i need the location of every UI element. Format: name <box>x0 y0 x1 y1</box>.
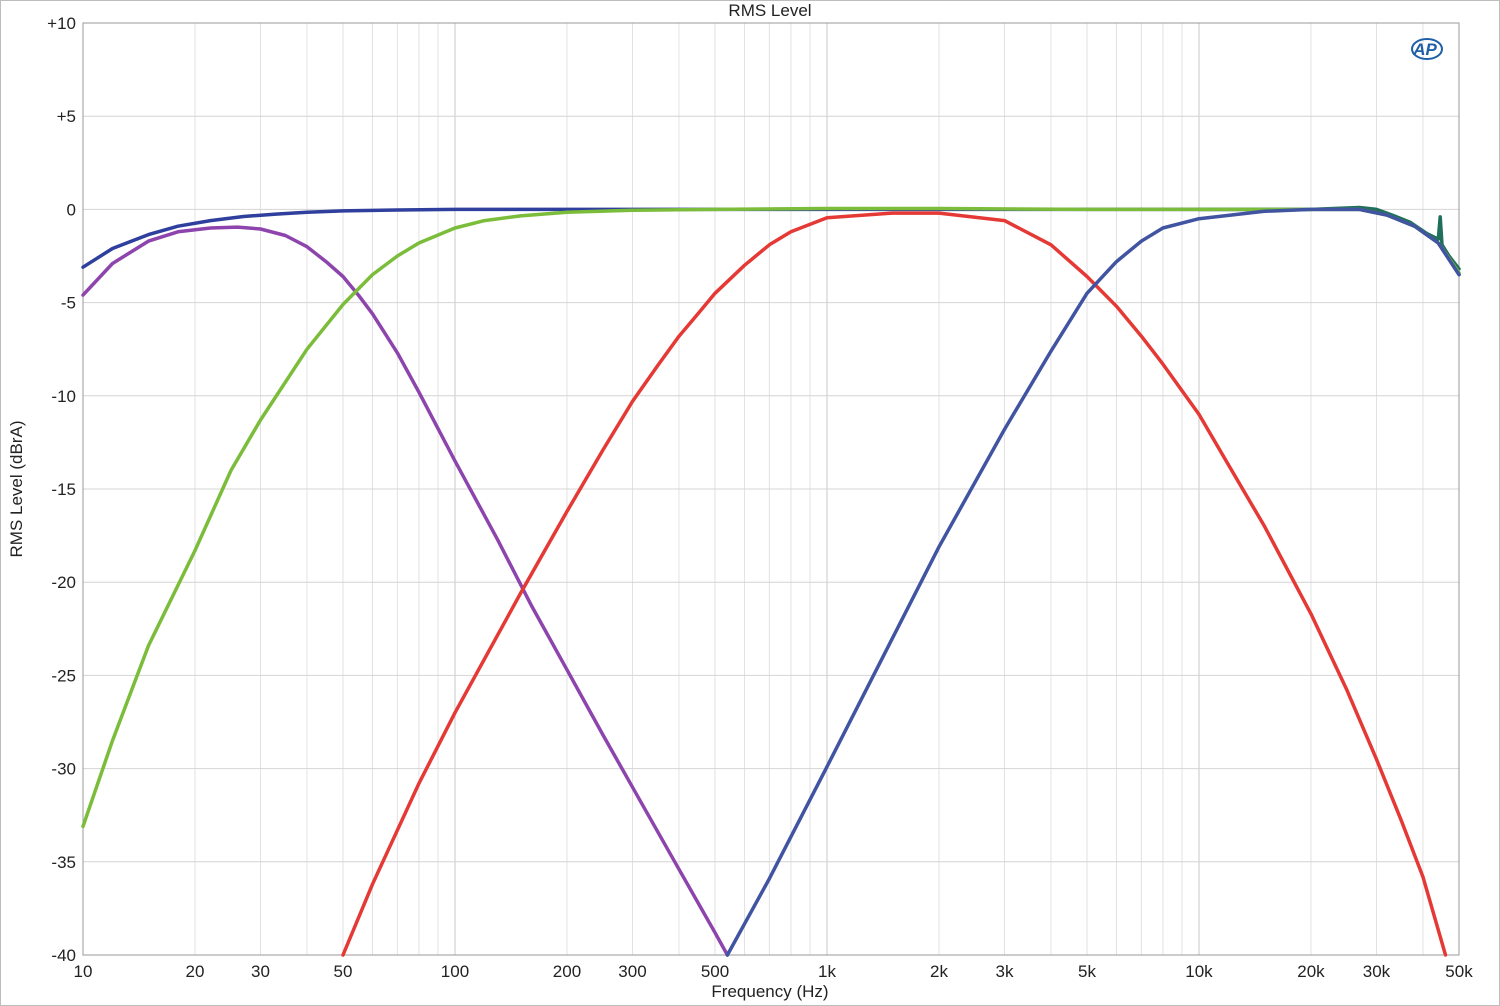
x-tick-label: 20 <box>186 962 205 981</box>
x-tick-label: 30k <box>1363 962 1391 981</box>
x-axis-title: Frequency (Hz) <box>711 982 828 1001</box>
x-tick-label: 30 <box>251 962 270 981</box>
y-tick-label: +10 <box>47 14 76 33</box>
x-tick-label: 300 <box>618 962 646 981</box>
y-tick-label: -5 <box>61 294 76 313</box>
chart-title: RMS Level <box>728 1 811 20</box>
chart-svg: RMS Level 10 20 30 50 100 200 300 500 1k 2k 3k 5k 10… <box>7 1 1474 1001</box>
y-tick-label: -10 <box>51 387 76 406</box>
y-tick-label: -35 <box>51 853 76 872</box>
x-tick-label: 50k <box>1445 962 1473 981</box>
x-tick-label: 100 <box>441 962 469 981</box>
y-axis-title: RMS Level (dBrA) <box>7 421 26 558</box>
y-tick-labels: +10 +5 0 -5 -10 -15 -20 -25 -30 -35 -40 <box>47 14 76 965</box>
y-tick-label: 0 <box>67 200 76 219</box>
x-tick-labels: 10 20 30 50 100 200 300 500 1k 2k 3k 5k 10k 20k 30k 50k <box>74 962 1474 981</box>
y-tick-label: -20 <box>51 573 76 592</box>
x-tick-label: 10 <box>74 962 93 981</box>
grid-layer <box>83 23 1459 955</box>
x-tick-label: 200 <box>553 962 581 981</box>
x-tick-label: 10k <box>1185 962 1213 981</box>
x-tick-label: 5k <box>1078 962 1096 981</box>
y-tick-label: -15 <box>51 480 76 499</box>
x-tick-label: 3k <box>995 962 1013 981</box>
x-tick-label: 1k <box>818 962 836 981</box>
ap-logo-text: AP <box>1412 40 1437 59</box>
series-line-3 <box>81 225 730 957</box>
y-tick-label: -25 <box>51 666 76 685</box>
x-tick-label: 500 <box>701 962 729 981</box>
x-tick-label: 2k <box>930 962 948 981</box>
y-tick-label: -40 <box>51 946 76 965</box>
y-tick-label: +5 <box>57 107 76 126</box>
series-line-4 <box>341 211 1448 957</box>
series-line-5 <box>81 206 1461 829</box>
x-tick-label: 50 <box>334 962 353 981</box>
x-tick-label: 20k <box>1297 962 1325 981</box>
series-line-2 <box>1197 205 1461 271</box>
y-tick-label: -30 <box>51 760 76 779</box>
ap-logo-icon: AP <box>1411 38 1443 60</box>
series-layer <box>81 205 1461 957</box>
